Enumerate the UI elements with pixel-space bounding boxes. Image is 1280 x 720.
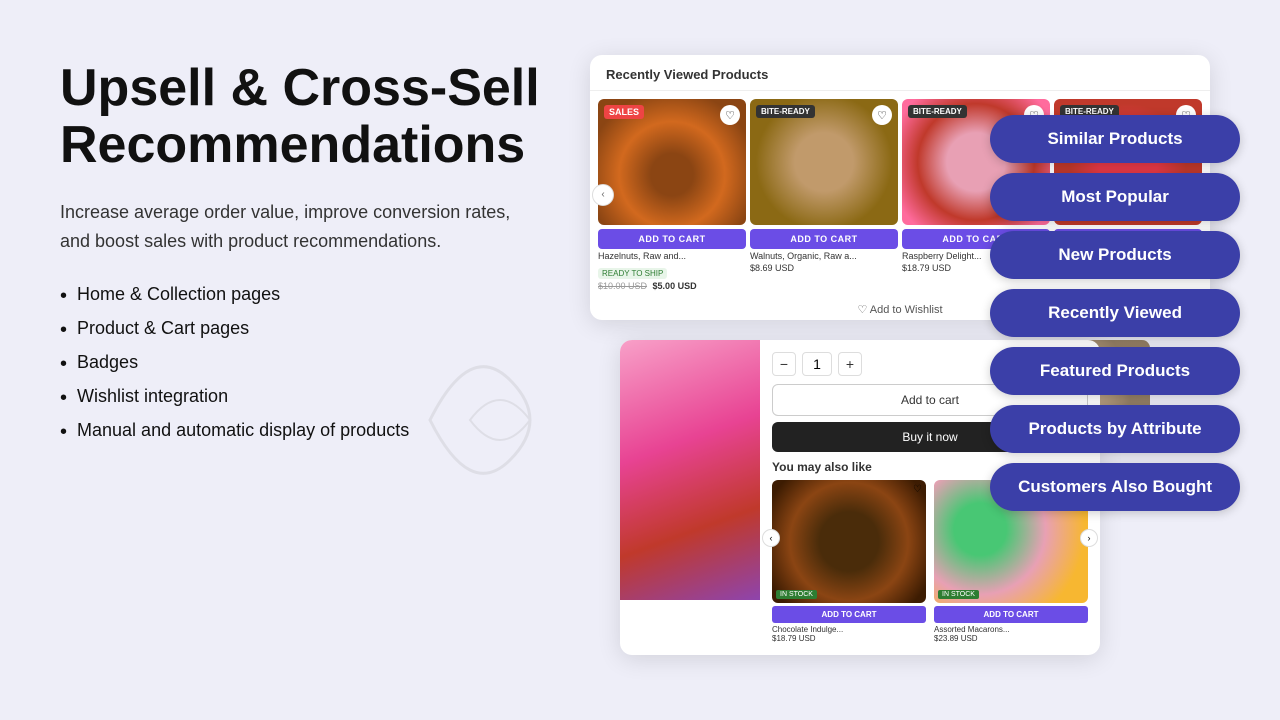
mini-image-choc: IN STOCK ♡ [772,480,926,603]
bite-ready-badge-3: BITE-READY [908,105,967,118]
product-name-2: Walnuts, Organic, Raw a... [750,251,898,261]
mini-add-btn-2[interactable]: ADD TO CART [934,606,1088,623]
product-item-1: SALES ♡ ADD TO CART Hazelnuts, Raw and..… [598,99,746,291]
add-to-cart-btn-1[interactable]: ADD TO CART [598,229,746,249]
deco-shape [420,330,600,510]
mini-name-2: Assorted Macarons... [934,625,1088,634]
add-to-cart-btn-2[interactable]: ADD TO CART [750,229,898,249]
qty-increase-button[interactable]: + [838,352,862,376]
mini-add-btn-1[interactable]: ADD TO CART [772,606,926,623]
mini-product-1: IN STOCK ♡ ADD TO CART Chocolate Indulge… [772,480,926,643]
bullet-item-1: Home & Collection pages [60,284,580,308]
quantity-value: 1 [802,352,832,376]
wishlist-heart-1[interactable]: ♡ [720,105,740,125]
mini-name-1: Chocolate Indulge... [772,625,926,634]
mini-carousel-right[interactable]: › [1080,529,1098,547]
wishlist-heart-2[interactable]: ♡ [872,105,892,125]
mini-carousel-left[interactable]: ‹ [762,529,780,547]
mini-price-1: $18.79 USD [772,634,926,643]
bite-ready-badge-2: BITE-READY [756,105,815,118]
price-2: $8.69 USD [750,263,794,273]
similar-products-pill[interactable]: Similar Products [990,115,1240,163]
in-stock-badge-2: IN STOCK [938,590,979,599]
recently-viewed-header: Recently Viewed Products [590,55,1210,91]
price-sale-1: $5.00 USD [653,281,697,291]
products-by-attribute-pill[interactable]: Products by Attribute [990,405,1240,453]
product-image-nuts2: BITE-READY ♡ [750,99,898,225]
sales-badge: SALES [604,105,644,119]
mini-heart-1[interactable]: ♡ [913,484,922,495]
carousel-arrow-left[interactable]: ‹ [592,184,614,206]
pills-container: Similar Products Most Popular New Produc… [990,115,1240,511]
ready-to-ship-1: READY TO SHIP [598,268,667,279]
product-item-2: BITE-READY ♡ ADD TO CART Walnuts, Organi… [750,99,898,291]
heading-line2: Recommendations [60,116,525,174]
new-products-pill[interactable]: New Products [990,231,1240,279]
mini-price-2: $23.89 USD [934,634,1088,643]
right-section: Recently Viewed Products ‹ SALES ♡ ADD T… [590,55,1230,705]
price-3: $18.79 USD [902,263,951,273]
qty-decrease-button[interactable]: − [772,352,796,376]
most-popular-pill[interactable]: Most Popular [990,173,1240,221]
price-original-1: $10.00 USD [598,281,647,291]
price-line-1: $10.00 USD $5.00 USD [598,281,746,291]
heading-line1: Upsell & Cross-Sell [60,59,540,117]
featured-products-pill[interactable]: Featured Products [990,347,1240,395]
price-line-2: $8.69 USD [750,263,898,273]
product-name-1: Hazelnuts, Raw and... [598,251,746,261]
detail-product-image [620,340,760,600]
sub-text: Increase average order value, improve co… [60,198,520,256]
main-heading: Upsell & Cross-Sell Recommendations [60,60,580,174]
in-stock-badge-1: IN STOCK [776,590,817,599]
customers-also-bought-pill[interactable]: Customers Also Bought [990,463,1240,511]
product-image-nuts1: SALES ♡ [598,99,746,225]
recently-viewed-pill[interactable]: Recently Viewed [990,289,1240,337]
